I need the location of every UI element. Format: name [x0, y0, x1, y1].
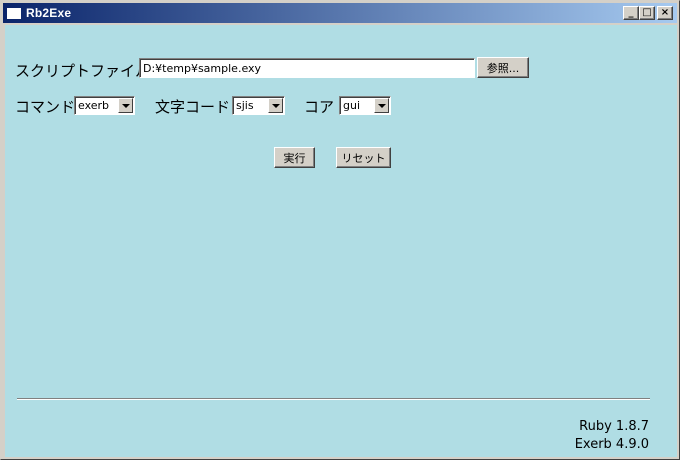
maximize-button[interactable]: □	[639, 6, 655, 20]
close-button[interactable]: ×	[657, 6, 673, 20]
charcode-label: 文字コード	[155, 98, 231, 116]
script-file-label: スクリプトファイル	[15, 62, 151, 80]
run-button[interactable]: 実行	[274, 147, 315, 168]
chevron-down-icon[interactable]	[374, 98, 389, 113]
ruby-version: Ruby 1.8.7	[579, 419, 649, 434]
window-controls: _ □ ×	[623, 6, 673, 20]
minimize-button[interactable]: _	[623, 6, 639, 20]
title-bar[interactable]: Rb2Exe _ □ ×	[3, 3, 677, 23]
chevron-down-icon[interactable]	[268, 98, 283, 113]
app-window: Rb2Exe _ □ × スクリプトファイル D:¥temp¥sample.ex…	[0, 0, 680, 460]
app-icon	[7, 7, 21, 19]
chevron-down-icon[interactable]	[118, 98, 133, 113]
core-select-value: gui	[343, 99, 361, 112]
core-label: コア	[304, 98, 335, 116]
charcode-select-value: sjis	[236, 99, 254, 112]
client-area: スクリプトファイル D:¥temp¥sample.exy 参照... コマンド …	[5, 25, 677, 457]
reset-button[interactable]: リセット	[336, 147, 391, 168]
command-label: コマンド	[15, 98, 76, 116]
script-file-input[interactable]: D:¥temp¥sample.exy	[139, 58, 475, 78]
exerb-version: Exerb 4.9.0	[574, 437, 649, 452]
footer-divider	[17, 398, 650, 400]
browse-button[interactable]: 参照...	[477, 57, 529, 78]
core-select[interactable]: gui	[339, 96, 391, 115]
command-select[interactable]: exerb	[74, 96, 135, 115]
window-title: Rb2Exe	[26, 6, 72, 20]
command-select-value: exerb	[78, 99, 110, 112]
charcode-select[interactable]: sjis	[232, 96, 285, 115]
